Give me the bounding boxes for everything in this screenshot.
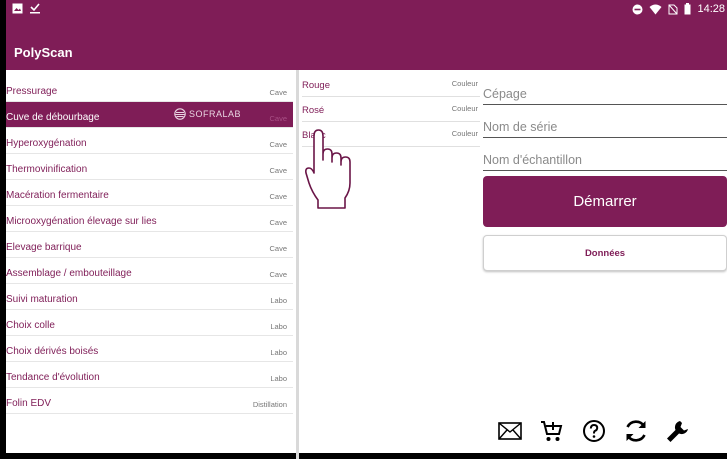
process-item[interactable]: Pressurage Cave [6, 76, 293, 102]
process-list: Pressurage Cave Cuve de débourbage SOFRALAB… [6, 76, 293, 414]
process-item[interactable]: Choix colle Labo [6, 310, 293, 336]
wine-color-category: Couleur [451, 79, 478, 88]
mail-icon [498, 422, 522, 440]
wine-color-name: Rosé [302, 105, 325, 116]
wine-color-category: Couleur [451, 104, 478, 113]
mail-button[interactable] [497, 418, 523, 444]
process-item[interactable]: Folin EDV Distillation [6, 388, 293, 414]
panel-divider [296, 70, 299, 459]
wine-color-item[interactable]: Rouge Couleur [302, 72, 480, 97]
no-sim-icon [668, 4, 678, 14]
process-item[interactable]: Thermovinification Cave [6, 154, 293, 180]
status-time: 14:28 [697, 3, 725, 15]
process-item-category: Labo [270, 322, 287, 331]
wrench-icon [667, 421, 688, 442]
process-item-name: Suivi maturation [6, 294, 78, 305]
start-button[interactable]: Démarrer [483, 176, 727, 227]
process-item-name: Pressurage [6, 86, 58, 97]
cepage-input[interactable] [483, 87, 723, 101]
process-item-category: Labo [270, 296, 287, 305]
process-item-name: Elevage barrique [6, 242, 82, 253]
process-item-name: Hyperoxygénation [6, 138, 87, 149]
process-item-category: Cave [269, 140, 287, 149]
process-item[interactable]: Microoxygénation élevage sur lies Cave [6, 206, 293, 232]
process-item-category: Cave [269, 192, 287, 201]
status-bar: 14:28 [6, 0, 727, 20]
process-item-name: Tendance d'évolution [6, 372, 100, 383]
process-item-name: Cuve de débourbage [6, 112, 100, 123]
process-item[interactable]: Hyperoxygénation Cave [6, 128, 293, 154]
image-icon [12, 3, 23, 13]
sync-icon [626, 420, 646, 442]
analysis-form [483, 72, 727, 171]
process-item[interactable]: Elevage barrique Cave [6, 232, 293, 258]
process-item[interactable]: Assemblage / embouteillage Cave [6, 258, 293, 284]
cepage-field [483, 72, 727, 105]
process-item-category: Cave [269, 244, 287, 253]
echantillon-field [483, 138, 727, 171]
check-download-icon [30, 3, 40, 14]
process-item-name: Folin EDV [6, 398, 52, 409]
sofralab-brand-text: SOFRALAB [189, 109, 242, 119]
process-item-name: Thermovinification [6, 164, 88, 175]
echantillon-input[interactable] [483, 153, 723, 167]
process-item[interactable]: Cuve de débourbage SOFRALAB Cave [6, 102, 293, 128]
sofralab-logo-icon [174, 108, 186, 120]
help-icon [583, 420, 605, 442]
process-item-category: Distillation [252, 400, 287, 409]
process-item-category: Cave [269, 88, 287, 97]
wifi-icon [649, 4, 662, 14]
wine-color-item[interactable]: Rosé Couleur [302, 97, 480, 122]
process-item[interactable]: Suivi maturation Labo [6, 284, 293, 310]
process-item-category: Cave [269, 270, 287, 279]
process-item-name: Choix dérivés boisés [6, 346, 99, 357]
battery-icon [684, 3, 691, 15]
serie-field [483, 105, 727, 138]
data-button[interactable]: Données [483, 235, 727, 271]
settings-button[interactable] [665, 418, 691, 444]
process-item-name: Microoxygénation élevage sur lies [6, 216, 157, 227]
app-bar: PolyScan [6, 20, 727, 70]
serie-input[interactable] [483, 120, 723, 134]
sync-button[interactable] [623, 418, 649, 444]
process-item-category: Cave [269, 114, 287, 123]
process-item-name: Macération fermentaire [6, 190, 109, 201]
wine-color-category: Couleur [451, 129, 478, 138]
process-item[interactable]: Macération fermentaire Cave [6, 180, 293, 206]
touch-gesture-icon [305, 129, 351, 209]
help-button[interactable] [581, 418, 607, 444]
do-not-disturb-icon [632, 4, 643, 14]
add-to-cart-icon [541, 421, 563, 441]
process-item-name: Assemblage / embouteillage [6, 268, 132, 279]
process-item-category: Labo [270, 374, 287, 383]
app-title: PolyScan [14, 45, 73, 60]
wine-color-name: Rouge [302, 80, 330, 91]
bottom-toolbar [497, 418, 691, 444]
process-item-category: Cave [269, 218, 287, 227]
process-item-category: Cave [269, 166, 287, 175]
process-item-name: Choix colle [6, 320, 55, 331]
process-item-category: Labo [270, 348, 287, 357]
process-item[interactable]: Choix dérivés boisés Labo [6, 336, 293, 362]
process-item[interactable]: Tendance d'évolution Labo [6, 362, 293, 388]
add-to-cart-button[interactable] [539, 418, 565, 444]
sofralab-watermark: SOFRALAB [174, 108, 241, 120]
